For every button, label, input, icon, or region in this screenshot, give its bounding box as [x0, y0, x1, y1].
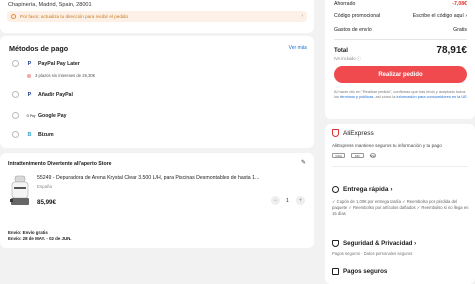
promo-code-input[interactable]: Escribe el código aquí ›: [413, 13, 467, 19]
savings-row: Ahorrado -7,08€: [334, 1, 467, 7]
store-name: Intrattenimento Divertente all'aperto St…: [8, 161, 112, 167]
payment-method-add-paypal[interactable]: P Añadir PayPal: [12, 91, 73, 98]
paypal-installments-note: 3 plazos sin intereses de 26,30€: [27, 73, 95, 78]
total-label: Total: [334, 48, 348, 54]
quantity-increase-button[interactable]: +: [296, 196, 305, 205]
payment-method-label: Añadir PayPal: [38, 91, 73, 98]
mastercard-badge-icon: MC: [351, 153, 364, 158]
radio-button[interactable]: [12, 91, 19, 98]
radio-button[interactable]: [12, 60, 19, 67]
product-price: 85,99€: [37, 199, 56, 206]
payment-method-label: PayPal Pay Later: [38, 60, 80, 67]
order-summary-card: Ahorrado -7,08€ Código promocional Escri…: [325, 0, 475, 119]
clock-icon: [332, 186, 339, 193]
eu-consumer-info-link[interactable]: información para consumidores en la UE.: [397, 94, 468, 99]
shipping-cost: Envío: Envío gratis: [8, 230, 48, 235]
edit-icon[interactable]: ✎: [301, 159, 306, 166]
address-warning-text: Por favor, actualiza tu dirección para r…: [20, 14, 129, 19]
legal-text: , así como la: [373, 94, 397, 100]
paypal-icon: P: [27, 91, 32, 98]
payment-method-bizum[interactable]: B Bizum: [12, 131, 54, 138]
fast-delivery-link[interactable]: Entrega rápida ›: [332, 186, 392, 193]
secure-payments-heading: Pagos seguros: [332, 268, 387, 275]
total-value: 78,91€: [436, 45, 467, 56]
aliexpress-logo: AliExpress: [332, 129, 374, 137]
quantity-decrease-button[interactable]: −: [271, 196, 280, 205]
quantity-value: 1: [286, 198, 289, 204]
legal-notice: Al hacer clic en "Realizar pedido", conf…: [334, 89, 468, 100]
payment-method-label: Google Pay: [38, 112, 67, 119]
fast-delivery-title: Entrega rápida ›: [343, 186, 393, 193]
savings-value: -7,08€: [452, 1, 467, 7]
secure-payments-title: Pagos seguros: [343, 268, 388, 275]
shipping-fee-label: Gastos de envío: [334, 27, 372, 33]
fast-delivery-details: ✓ Cupón de 1,00€ por entrega tardía ✓ Re…: [332, 199, 469, 216]
payment-method-label: Bizum: [38, 131, 54, 138]
place-order-button[interactable]: Realizar pedido: [334, 66, 467, 83]
address-line: Chapinería, Madrid, Spain, 28001: [8, 2, 92, 8]
divider: [332, 166, 468, 167]
shipping-fee-row: Gastos de envío Gratis: [334, 27, 467, 33]
security-privacy-details: Pagos seguros · Datos personales seguros: [332, 251, 413, 256]
terms-link[interactable]: términos y políticas: [340, 94, 373, 99]
address-warning[interactable]: Por favor, actualiza tu dirección para r…: [7, 11, 307, 22]
promo-code-row[interactable]: Código promocional Escribe el código aqu…: [334, 13, 467, 19]
product-image[interactable]: [9, 175, 31, 207]
lock-icon: [332, 268, 339, 275]
brand-name: AliExpress: [343, 129, 374, 137]
payment-title: Métodos de pago: [9, 44, 69, 53]
radio-button[interactable]: [12, 131, 19, 138]
shield-check-icon: [332, 240, 339, 247]
info-dot-icon: [27, 73, 31, 78]
chevron-right-icon: ›: [301, 13, 303, 19]
security-privacy-link[interactable]: Seguridad & Privacidad ›: [332, 240, 416, 247]
promo-code-label: Código promocional: [334, 13, 381, 19]
ssl-badge-icon: SSL: [370, 153, 376, 158]
address-card: Chapinería, Madrid, Spain, 28001 Por fav…: [0, 0, 314, 33]
warning-icon: [11, 14, 16, 19]
savings-label: Ahorrado: [334, 1, 356, 7]
payment-method-paypal-later[interactable]: P PayPal Pay Later: [12, 60, 80, 67]
product-country: España: [37, 184, 52, 189]
payment-method-google-pay[interactable]: G Pay Google Pay: [12, 112, 67, 119]
shipping-fee-value: Gratis: [453, 27, 467, 33]
store-card: Intrattenimento Divertente all'aperto St…: [0, 153, 314, 248]
installments-text: 3 plazos sin intereses de 26,30€: [35, 73, 96, 78]
trust-card: AliExpress AliExpress mantiene seguros t…: [325, 124, 475, 284]
radio-button[interactable]: [12, 112, 19, 119]
divider: [334, 39, 467, 40]
shipping-date: Envío: 28 de MAY. - 02 de JUN.: [8, 236, 72, 241]
payment-badges: VISA MC SSL: [332, 153, 376, 158]
product-title[interactable]: 55249 - Depuradora de Arena Krystal Clea…: [37, 175, 259, 181]
shield-icon: [332, 129, 339, 137]
trust-description: AliExpress mantiene seguros tu informaci…: [332, 143, 442, 148]
google-pay-icon: G Pay: [26, 113, 36, 118]
bizum-icon: B: [27, 131, 32, 138]
see-more-link[interactable]: Ver más: [289, 45, 307, 51]
paypal-icon: P: [27, 60, 32, 67]
visa-badge-icon: VISA: [332, 153, 345, 158]
security-privacy-title: Seguridad & Privacidad ›: [343, 240, 417, 247]
vat-note[interactable]: IVA incluido ⓘ: [334, 56, 361, 62]
